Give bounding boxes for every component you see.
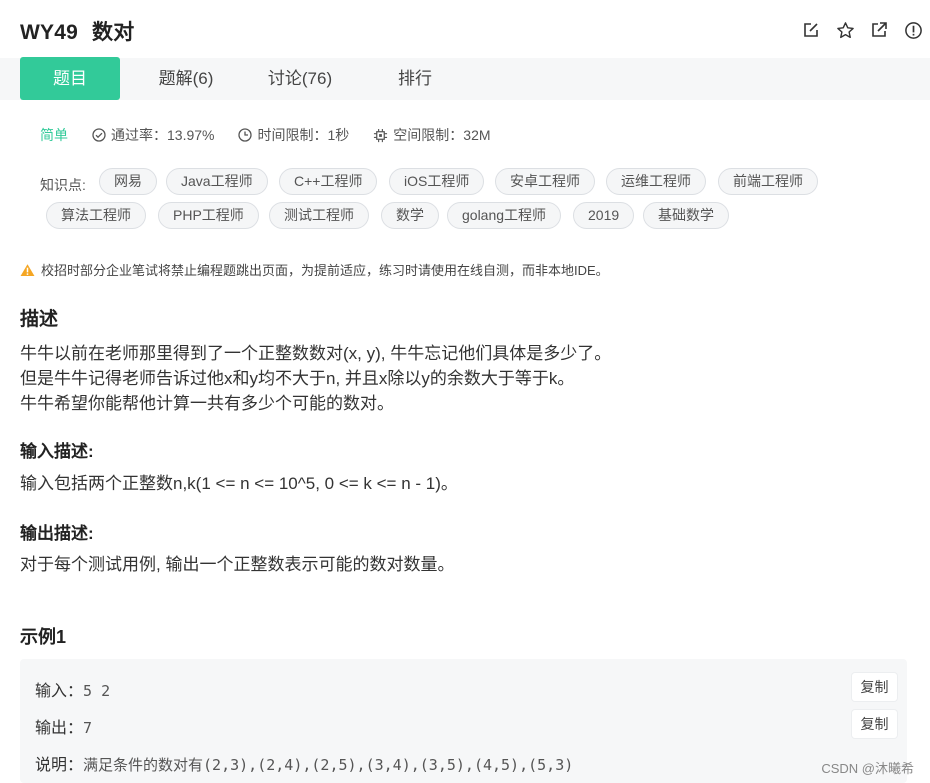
description-line: 但是牛牛记得老师告诉过他x和y均不大于n, 并且x除以y的余数大于等于k。 <box>20 369 575 388</box>
tag-item[interactable]: Java工程师 <box>166 168 268 195</box>
tag-item[interactable]: PHP工程师 <box>158 202 259 229</box>
input-description-title: 输入描述: <box>20 442 94 461</box>
star-icon[interactable] <box>834 19 856 41</box>
space-limit: 空间限制：32M <box>373 125 491 145</box>
time-limit: 时间限制：1秒 <box>238 125 349 145</box>
example-box: 输入：5 2 复制 输出：7 复制 说明：满足条件的数对有(2,3),(2,4)… <box>20 659 907 783</box>
external-link-icon[interactable] <box>868 19 890 41</box>
tag-item[interactable]: 前端工程师 <box>718 168 818 195</box>
page-title: WY49 数对 <box>20 16 134 46</box>
example-note: 说明：满足条件的数对有(2,3),(2,4),(2,5),(3,4),(3,5)… <box>35 756 574 774</box>
problem-meta: 简单 通过率：13.97% 时间限制：1秒 空间限制：32M <box>40 124 515 146</box>
warning-icon <box>20 263 35 276</box>
chip-icon <box>374 128 388 142</box>
check-circle-icon <box>92 128 106 142</box>
tab-ranking[interactable]: 排行 <box>365 57 465 100</box>
tab-bar: 题目 题解(6) 讨论(76) 排行 <box>0 57 930 100</box>
clock-icon <box>238 128 253 142</box>
problem-name: 数对 <box>92 21 135 44</box>
description-line: 牛牛希望你能帮他计算一共有多少个可能的数对。 <box>20 394 394 413</box>
example-output: 输出：7 <box>35 719 93 737</box>
example-title: 示例1 <box>20 627 67 647</box>
tag-item[interactable]: golang工程师 <box>447 202 562 229</box>
tab-discussion[interactable]: 讨论(76) <box>250 57 350 100</box>
report-icon[interactable] <box>902 19 924 41</box>
difficulty-badge: 简单 <box>40 127 68 143</box>
output-description-text: 对于每个测试用例, 输出一个正整数表示可能的数对数量。 <box>20 555 455 574</box>
tag-item[interactable]: iOS工程师 <box>389 168 485 195</box>
tag-item[interactable]: 安卓工程师 <box>495 168 595 195</box>
tag-item[interactable]: 数学 <box>381 202 439 229</box>
copy-output-button[interactable]: 复制 <box>852 710 897 738</box>
copy-input-button[interactable]: 复制 <box>852 673 897 701</box>
tag-item[interactable]: 2019 <box>573 202 635 229</box>
warning-notice: 校招时部分企业笔试将禁止编程题跳出页面，为提前适应，练习时请使用在线自测，而非本… <box>20 260 609 279</box>
knowledge-label: 知识点: <box>40 177 86 193</box>
pass-rate: 通过率：13.97% <box>92 125 214 145</box>
output-description-title: 输出描述: <box>20 524 94 543</box>
tag-item[interactable]: 基础数学 <box>643 202 729 229</box>
header-actions <box>800 19 924 41</box>
input-description-text: 输入包括两个正整数n,k(1 <= n <= 10^5, 0 <= k <= n… <box>20 474 458 493</box>
tag-item[interactable]: 网易 <box>99 168 157 195</box>
tab-solutions[interactable]: 题解(6) <box>136 57 236 100</box>
tag-item[interactable]: 算法工程师 <box>46 202 146 229</box>
watermark: CSDN @沐曦希 <box>821 761 914 776</box>
tab-problem[interactable]: 题目 <box>20 57 120 100</box>
example-input: 输入：5 2 <box>35 682 111 700</box>
description-line: 牛牛以前在老师那里得到了一个正整数数对(x, y), 牛牛忘记他们具体是多少了。 <box>20 344 612 363</box>
tag-item[interactable]: 运维工程师 <box>606 168 706 195</box>
tag-item[interactable]: C++工程师 <box>279 168 378 195</box>
problem-id: WY49 <box>20 21 78 44</box>
description-title: 描述 <box>20 309 59 330</box>
tag-item[interactable]: 测试工程师 <box>269 202 369 229</box>
edit-icon[interactable] <box>800 19 822 41</box>
problem-header: WY49 数对 <box>0 0 930 58</box>
